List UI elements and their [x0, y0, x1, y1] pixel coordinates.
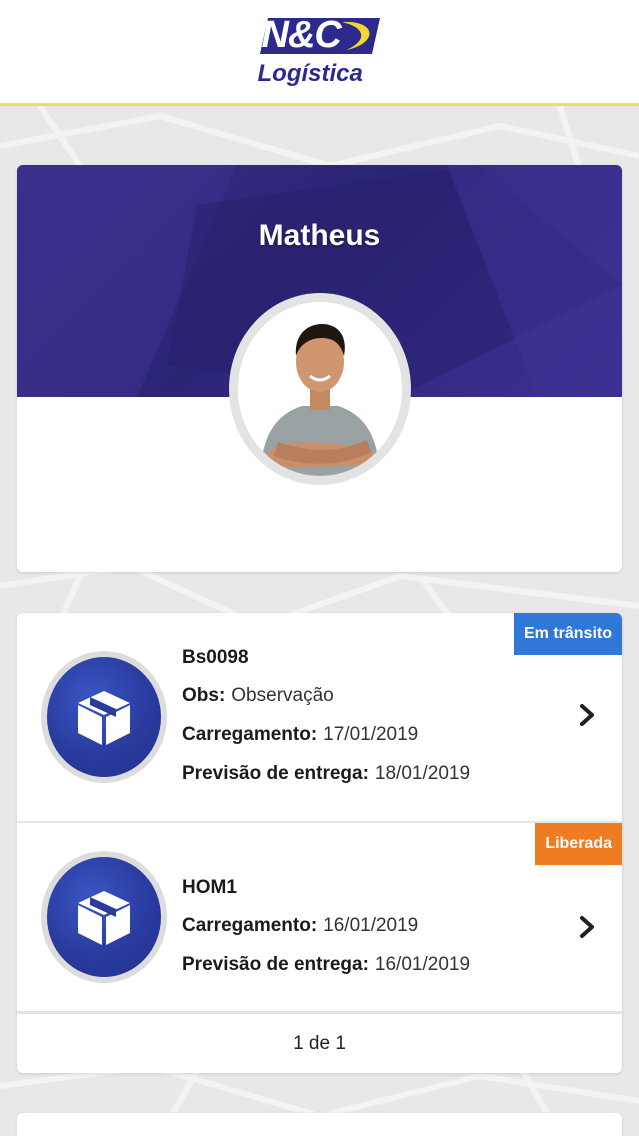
forecast-label: Previsão de entrega: [182, 763, 369, 784]
pagination-label: 1 de 1 [17, 1013, 622, 1073]
shipments-list: Em trânsito Bs0098 Obs: Observação Carreg… [17, 613, 622, 1073]
app-header: N&C Logística [0, 0, 639, 106]
chevron-right-icon[interactable] [575, 915, 599, 939]
chevron-right-icon[interactable] [575, 703, 599, 727]
obs-value: Observação [231, 685, 334, 706]
package-icon [47, 657, 161, 777]
shipment-code: Bs0098 [182, 647, 249, 668]
profile-card: Matheus [17, 165, 622, 572]
loading-label: Carregamento: [182, 724, 318, 745]
package-icon-ring [41, 651, 167, 783]
loading-label: Carregamento: [182, 915, 318, 936]
obs-row: Obs: Observação [182, 685, 470, 707]
company-logo: N&C Logística [250, 12, 390, 92]
shipment-info: Bs0098 Obs: Observação Carregamento: 17/01… [182, 647, 470, 802]
loading-row: Carregamento: 17/01/2019 [182, 724, 470, 746]
shipment-info: HOM1 Carregamento: 16/01/2019 Previsão de… [182, 877, 470, 993]
shipment-code: HOM1 [182, 877, 237, 898]
logo-sub-text: Logística [257, 59, 363, 87]
loading-value: 17/01/2019 [323, 724, 419, 745]
profile-name: Matheus [258, 219, 381, 252]
package-icon [47, 857, 161, 977]
avatar-ring [229, 293, 411, 485]
avatar[interactable] [238, 302, 402, 476]
status-badge: Liberada [535, 823, 622, 865]
loading-row: Carregamento: 16/01/2019 [182, 915, 470, 937]
obs-label: Obs: [182, 685, 226, 706]
shipment-item[interactable]: Em trânsito Bs0098 Obs: Observação Carreg… [17, 613, 622, 823]
user-photo [238, 302, 402, 476]
forecast-label: Previsão de entrega: [182, 954, 369, 975]
forecast-value: 16/01/2019 [374, 954, 471, 975]
shipment-item[interactable]: Liberada HOM1 Carregamento: 16/01/2019 Pr… [17, 823, 622, 1013]
forecast-value: 18/01/2019 [374, 763, 471, 784]
loading-value: 16/01/2019 [323, 915, 419, 936]
logo-brand-text: N&C [261, 13, 342, 56]
next-card [17, 1113, 622, 1136]
forecast-row: Previsão de entrega: 18/01/2019 [182, 763, 470, 785]
forecast-row: Previsão de entrega: 16/01/2019 [182, 954, 470, 976]
package-icon-ring [41, 851, 167, 983]
status-badge: Em trânsito [513, 613, 622, 655]
